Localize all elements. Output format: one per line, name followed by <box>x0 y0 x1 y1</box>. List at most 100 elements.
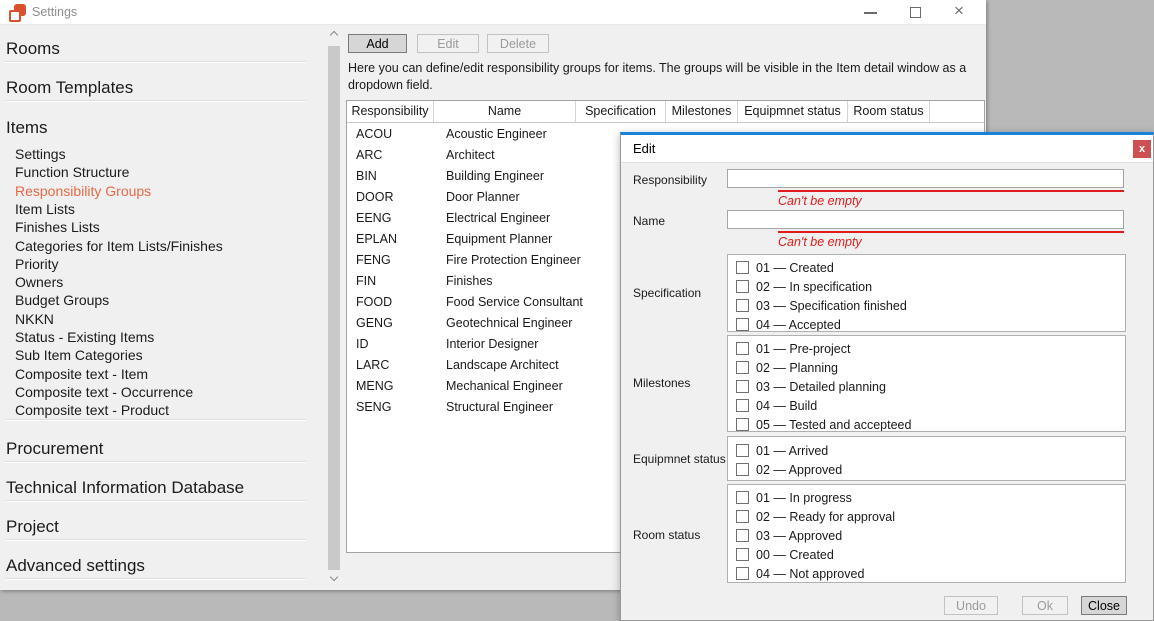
checkbox-icon[interactable] <box>736 380 749 393</box>
sidebar-item-composite-text-product[interactable]: Composite text - Product <box>15 401 169 419</box>
checkbox-option-03-detailed-planning[interactable]: 03 — Detailed planning <box>736 377 1125 396</box>
delete-button[interactable]: Delete <box>487 34 549 53</box>
checkbox-option-01-pre-project[interactable]: 01 — Pre-project <box>736 339 1125 358</box>
cell-name: Food Service Consultant <box>446 292 583 313</box>
minimize-button[interactable] <box>853 0 887 25</box>
checkbox-icon[interactable] <box>736 342 749 355</box>
sidebar-item-status-existing-items[interactable]: Status - Existing Items <box>15 328 154 346</box>
checkbox-label: 03 — Specification finished <box>756 299 907 313</box>
maximize-button[interactable] <box>899 0 933 25</box>
undo-button[interactable]: Undo <box>944 596 998 615</box>
checkbox-icon[interactable] <box>736 399 749 412</box>
sidebar-item-owners[interactable]: Owners <box>15 273 63 291</box>
cell-responsibility: FENG <box>356 250 391 271</box>
checkbox-option-05-tested-and-accepteed[interactable]: 05 — Tested and accepteed <box>736 415 1125 432</box>
checkbox-icon[interactable] <box>736 361 749 374</box>
checkbox-icon[interactable] <box>736 548 749 561</box>
checkbox-option-04-accepted[interactable]: 04 — Accepted <box>736 315 1125 332</box>
description-text: Here you can define/edit responsibility … <box>348 60 970 94</box>
section-divider <box>5 540 306 541</box>
section-divider <box>5 501 306 502</box>
sidebar-section-procurement[interactable]: Procurement <box>6 439 103 459</box>
checkbox-label: 03 — Approved <box>756 529 842 543</box>
checkbox-option-03-specification-finished[interactable]: 03 — Specification finished <box>736 296 1125 315</box>
checkbox-option-02-planning[interactable]: 02 — Planning <box>736 358 1125 377</box>
sidebar-section-technical-information-database[interactable]: Technical Information Database <box>6 478 244 498</box>
sidebar-section-rooms[interactable]: Rooms <box>6 39 60 59</box>
sidebar-item-nkkn[interactable]: NKKN <box>15 310 54 328</box>
cell-responsibility: BIN <box>356 166 377 187</box>
checkbox-option-01-in-progress[interactable]: 01 — In progress <box>736 488 1125 507</box>
sidebar-item-budget-groups[interactable]: Budget Groups <box>15 291 109 309</box>
checkbox-icon[interactable] <box>736 567 749 580</box>
checkbox-option-00-created[interactable]: 00 — Created <box>736 545 1125 564</box>
scroll-up-button[interactable] <box>327 27 341 43</box>
column-header-room-status[interactable]: Room status <box>848 101 930 122</box>
sidebar-item-finishes-lists[interactable]: Finishes Lists <box>15 218 100 236</box>
checkbox-icon[interactable] <box>736 510 749 523</box>
cell-name: Interior Designer <box>446 334 538 355</box>
sidebar-item-categories-for-item-lists-finishes[interactable]: Categories for Item Lists/Finishes <box>15 237 223 255</box>
checkbox-option-02-in-specification[interactable]: 02 — In specification <box>736 277 1125 296</box>
checkbox-option-01-arrived[interactable]: 01 — Arrived <box>736 441 1125 460</box>
column-header-responsibility[interactable]: Responsibility <box>347 101 434 122</box>
scrollbar-thumb[interactable] <box>328 46 340 570</box>
column-header-name[interactable]: Name <box>434 101 576 122</box>
sidebar-item-composite-text-item[interactable]: Composite text - Item <box>15 365 148 383</box>
cell-responsibility: SENG <box>356 397 391 418</box>
ok-button[interactable]: Ok <box>1022 596 1068 615</box>
column-header-milestones[interactable]: Milestones <box>666 101 738 122</box>
checkbox-icon[interactable] <box>736 529 749 542</box>
checkbox-icon[interactable] <box>736 463 749 476</box>
edit-button[interactable]: Edit <box>417 34 479 53</box>
close-dialog-button[interactable]: Close <box>1081 596 1127 615</box>
cell-responsibility: DOOR <box>356 187 394 208</box>
checkbox-option-04-build[interactable]: 04 — Build <box>736 396 1125 415</box>
sidebar-item-item-lists[interactable]: Item Lists <box>15 200 75 218</box>
close-button[interactable]: × <box>945 0 979 25</box>
name-input[interactable] <box>727 210 1124 229</box>
checkbox-option-04-not-approved[interactable]: 04 — Not approved <box>736 564 1125 583</box>
cell-name: Equipment Planner <box>446 229 552 250</box>
sidebar-scrollbar[interactable] <box>327 25 341 590</box>
checkbox-label: 04 — Build <box>756 399 817 413</box>
checkbox-option-03-approved[interactable]: 03 — Approved <box>736 526 1125 545</box>
checkbox-option-01-created[interactable]: 01 — Created <box>736 258 1125 277</box>
edit-dialog: Edit x Responsibility Can't be empty Nam… <box>620 132 1154 621</box>
sidebar-section-advanced-settings[interactable]: Advanced settings <box>6 556 145 576</box>
room-status-label: Room status <box>633 528 700 542</box>
checkbox-label: 04 — Accepted <box>756 318 841 332</box>
cell-name: Door Planner <box>446 187 520 208</box>
sidebar-item-composite-text-occurrence[interactable]: Composite text - Occurrence <box>15 383 193 401</box>
column-header-equipmnet-status[interactable]: Equipmnet status <box>738 101 848 122</box>
checkbox-label: 01 — In progress <box>756 491 852 505</box>
sidebar-section-room-templates[interactable]: Room Templates <box>6 78 133 98</box>
checkbox-option-02-approved[interactable]: 02 — Approved <box>736 460 1125 479</box>
checkbox-icon[interactable] <box>736 418 749 431</box>
responsibility-input[interactable] <box>727 169 1124 188</box>
sidebar-section-project[interactable]: Project <box>6 517 59 537</box>
checkbox-icon[interactable] <box>736 318 749 331</box>
section-divider <box>5 462 306 463</box>
add-button[interactable]: Add <box>348 34 407 53</box>
checkbox-icon[interactable] <box>736 444 749 457</box>
dialog-close-button[interactable]: x <box>1133 140 1151 158</box>
checkbox-label: 01 — Pre-project <box>756 342 850 356</box>
scroll-down-button[interactable] <box>327 572 341 588</box>
sidebar-item-priority[interactable]: Priority <box>15 255 59 273</box>
checkbox-icon[interactable] <box>736 491 749 504</box>
checkbox-icon[interactable] <box>736 299 749 312</box>
section-divider <box>5 579 306 580</box>
column-header-empty[interactable] <box>930 101 984 122</box>
checkbox-option-02-ready-for-approval[interactable]: 02 — Ready for approval <box>736 507 1125 526</box>
sidebar-item-sub-item-categories[interactable]: Sub Item Categories <box>15 346 143 364</box>
column-header-specification[interactable]: Specification <box>576 101 666 122</box>
checkbox-icon[interactable] <box>736 280 749 293</box>
sidebar-item-function-structure[interactable]: Function Structure <box>15 163 129 181</box>
responsibility-label: Responsibility <box>633 173 707 187</box>
sidebar-item-responsibility-groups[interactable]: Responsibility Groups <box>15 182 151 200</box>
sidebar-item-settings[interactable]: Settings <box>15 145 66 163</box>
name-error-underline <box>778 231 1124 233</box>
sidebar-section-items[interactable]: Items <box>6 118 48 138</box>
checkbox-icon[interactable] <box>736 261 749 274</box>
